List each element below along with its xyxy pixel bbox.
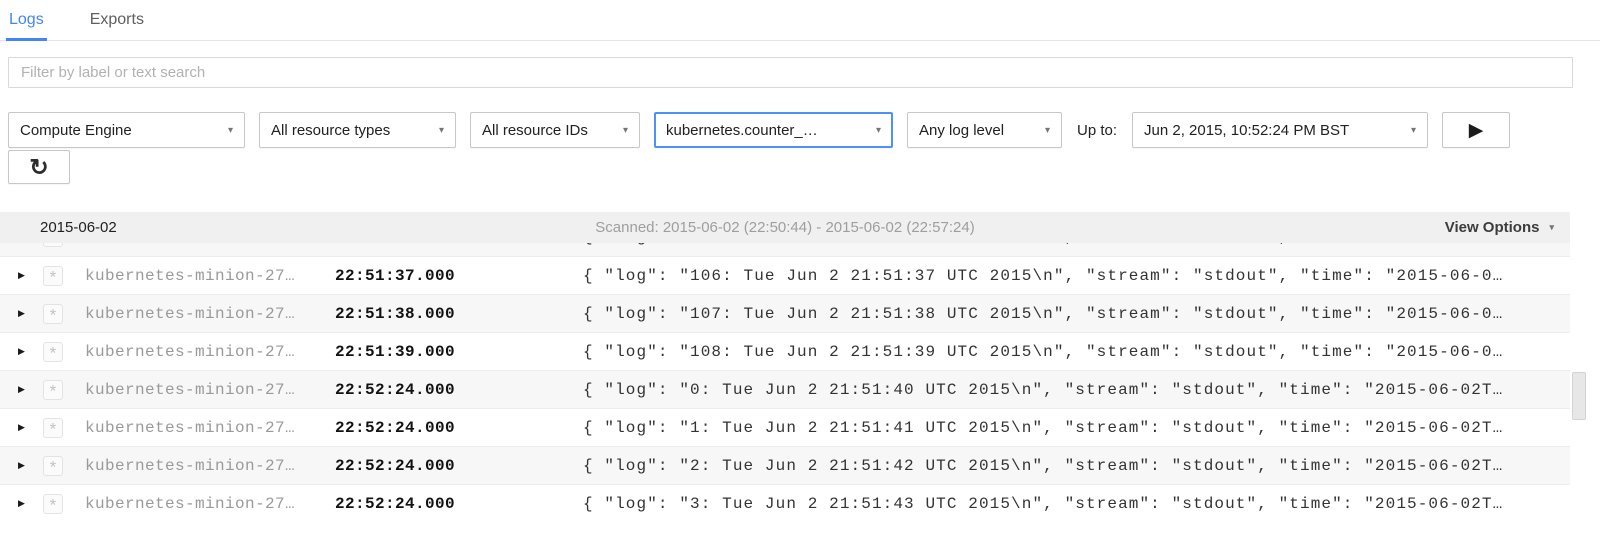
refresh-row: ↻ xyxy=(0,148,1600,184)
refresh-icon: ↻ xyxy=(29,156,48,179)
service-dropdown-label: Compute Engine xyxy=(20,122,132,139)
log-hostname: kubernetes-minion-27… xyxy=(85,243,335,246)
play-icon: ▶ xyxy=(1469,119,1484,142)
log-source-asterisk-icon: * xyxy=(43,243,63,247)
chevron-down-icon: ▾ xyxy=(228,125,233,136)
log-timestamp: 22:52:24.000 xyxy=(335,495,485,513)
log-source-asterisk-icon: * xyxy=(43,380,63,400)
log-payload: { "log": "0: Tue Jun 2 21:51:40 UTC 2015… xyxy=(583,381,1570,399)
filter-search-input[interactable] xyxy=(8,57,1573,88)
log-timestamp: 22:51:37.000 xyxy=(335,267,485,285)
log-name-label: kubernetes.counter_… xyxy=(666,122,818,139)
expand-arrow-icon[interactable]: ▶ xyxy=(18,346,30,357)
log-source-asterisk-icon: * xyxy=(43,456,63,476)
log-hostname: kubernetes-minion-27… xyxy=(85,343,335,361)
expand-arrow-icon[interactable]: ▶ xyxy=(18,308,30,319)
log-timestamp: 22:52:24.000 xyxy=(335,457,485,475)
resource-ids-label: All resource IDs xyxy=(482,122,588,139)
log-payload: { "log": "3: Tue Jun 2 21:51:43 UTC 2015… xyxy=(583,495,1570,513)
view-options-label: View Options xyxy=(1445,219,1540,236)
log-source-asterisk-icon: * xyxy=(43,304,63,324)
log-timestamp: 22:51:39.000 xyxy=(335,343,485,361)
resource-types-label: All resource types xyxy=(271,122,390,139)
up-to-datetime-dropdown[interactable]: Jun 2, 2015, 10:52:24 PM BST ▾ xyxy=(1132,112,1428,148)
log-entry-row[interactable]: ▶ * kubernetes-minion-27… 22:51:36.000 {… xyxy=(0,243,1570,256)
resource-ids-dropdown[interactable]: All resource IDs ▾ xyxy=(470,112,640,148)
service-dropdown[interactable]: Compute Engine ▾ xyxy=(8,112,245,148)
chevron-down-icon: ▾ xyxy=(1045,125,1050,136)
log-timestamp: 22:52:24.000 xyxy=(335,419,485,437)
view-options-button[interactable]: View Options ▾ xyxy=(1445,219,1554,236)
log-entry-row[interactable]: ▶ * kubernetes-minion-27… 22:52:24.000 {… xyxy=(0,370,1570,408)
log-name-dropdown[interactable]: kubernetes.counter_… ▾ xyxy=(654,112,893,148)
log-hostname: kubernetes-minion-27… xyxy=(85,267,335,285)
chevron-down-icon: ▾ xyxy=(439,125,444,136)
expand-arrow-icon[interactable]: ▶ xyxy=(18,384,30,395)
up-to-label: Up to: xyxy=(1077,122,1117,139)
log-hostname: kubernetes-minion-27… xyxy=(85,381,335,399)
expand-arrow-icon[interactable]: ▶ xyxy=(18,460,30,471)
run-stream-button[interactable]: ▶ xyxy=(1442,112,1510,148)
log-source-asterisk-icon: * xyxy=(43,418,63,438)
chevron-down-icon: ▾ xyxy=(1549,222,1554,233)
log-source-asterisk-icon: * xyxy=(43,266,63,286)
chevron-down-icon: ▾ xyxy=(876,125,881,136)
log-table-header: Scanned: 2015-06-02 (22:50:44) - 2015-06… xyxy=(0,212,1570,243)
log-hostname: kubernetes-minion-27… xyxy=(85,457,335,475)
expand-arrow-icon[interactable]: ▶ xyxy=(18,270,30,281)
log-timestamp: 22:51:36.000 xyxy=(335,243,485,246)
log-entry-row[interactable]: ▶ * kubernetes-minion-27… 22:51:38.000 {… xyxy=(0,294,1570,332)
chevron-down-icon: ▾ xyxy=(623,125,628,136)
log-level-label: Any log level xyxy=(919,122,1004,139)
log-payload: { "log": "107: Tue Jun 2 21:51:38 UTC 20… xyxy=(583,305,1570,323)
log-entry-row[interactable]: ▶ * kubernetes-minion-27… 22:51:37.000 {… xyxy=(0,256,1570,294)
refresh-button[interactable]: ↻ xyxy=(8,150,70,184)
scanned-range-text: Scanned: 2015-06-02 (22:50:44) - 2015-06… xyxy=(0,219,1570,236)
log-hostname: kubernetes-minion-27… xyxy=(85,419,335,437)
log-timestamp: 22:51:38.000 xyxy=(335,305,485,323)
log-entry-row[interactable]: ▶ * kubernetes-minion-27… 22:52:24.000 {… xyxy=(0,484,1570,522)
resource-types-dropdown[interactable]: All resource types ▾ xyxy=(259,112,456,148)
log-payload: { "log": "105: Tue Jun 2 21:51:36 UTC 20… xyxy=(583,243,1570,246)
vertical-scrollbar-thumb[interactable] xyxy=(1572,372,1586,420)
log-payload: { "log": "106: Tue Jun 2 21:51:37 UTC 20… xyxy=(583,267,1570,285)
tab-logs[interactable]: Logs xyxy=(9,0,44,40)
search-row xyxy=(0,41,1600,88)
log-entry-row[interactable]: ▶ * kubernetes-minion-27… 22:51:39.000 {… xyxy=(0,332,1570,370)
log-payload: { "log": "2: Tue Jun 2 21:51:42 UTC 2015… xyxy=(583,457,1570,475)
expand-arrow-icon[interactable]: ▶ xyxy=(18,498,30,509)
log-payload: { "log": "1: Tue Jun 2 21:51:41 UTC 2015… xyxy=(583,419,1570,437)
log-entry-row[interactable]: ▶ * kubernetes-minion-27… 22:52:24.000 {… xyxy=(0,408,1570,446)
log-source-asterisk-icon: * xyxy=(43,342,63,362)
chevron-down-icon: ▾ xyxy=(1411,125,1416,136)
tab-bar: Logs Exports xyxy=(0,0,1600,41)
expand-arrow-icon[interactable]: ▶ xyxy=(18,422,30,433)
clipped-log-entry-row[interactable]: ▶ * kubernetes-minion-27… 22:51:36.000 {… xyxy=(0,243,1570,256)
log-timestamp: 22:52:24.000 xyxy=(335,381,485,399)
tab-exports[interactable]: Exports xyxy=(90,0,144,40)
log-hostname: kubernetes-minion-27… xyxy=(85,305,335,323)
filter-row: Compute Engine ▾ All resource types ▾ Al… xyxy=(0,88,1600,148)
log-entry-row[interactable]: ▶ * kubernetes-minion-27… 22:52:24.000 {… xyxy=(0,446,1570,484)
log-rows: ▶ * kubernetes-minion-27… 22:51:36.000 {… xyxy=(0,243,1570,522)
logs-viewer: Logs Exports Compute Engine ▾ All resour… xyxy=(0,0,1600,522)
log-hostname: kubernetes-minion-27… xyxy=(85,495,335,513)
up-to-datetime-label: Jun 2, 2015, 10:52:24 PM BST xyxy=(1144,122,1349,139)
log-payload: { "log": "108: Tue Jun 2 21:51:39 UTC 20… xyxy=(583,343,1570,361)
log-level-dropdown[interactable]: Any log level ▾ xyxy=(907,112,1062,148)
log-source-asterisk-icon: * xyxy=(43,494,63,514)
